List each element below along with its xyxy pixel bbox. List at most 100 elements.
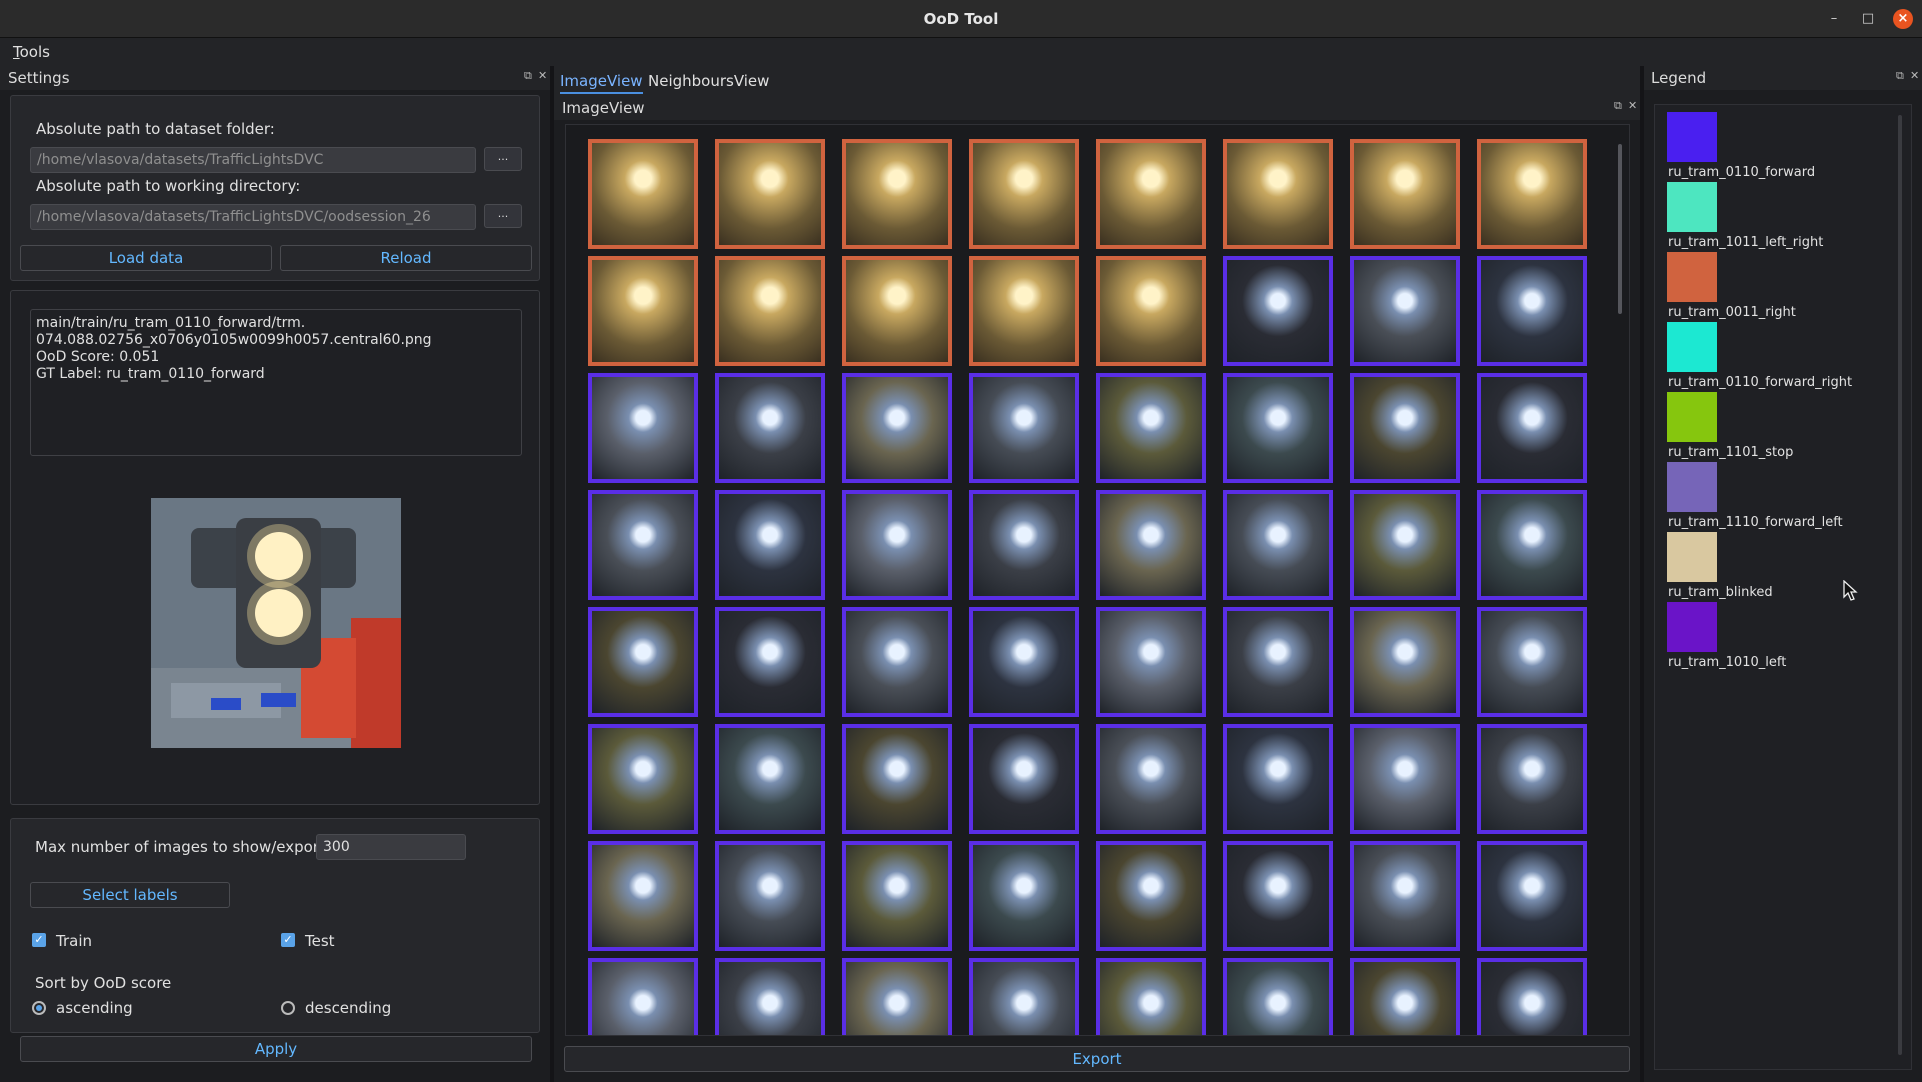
image-thumbnail[interactable] xyxy=(1350,139,1460,249)
descending-radio[interactable] xyxy=(281,1001,295,1015)
image-thumbnail[interactable] xyxy=(715,724,825,834)
image-thumbnail[interactable] xyxy=(715,256,825,366)
image-thumbnail[interactable] xyxy=(1477,958,1587,1035)
image-thumbnail[interactable] xyxy=(1223,490,1333,600)
image-thumbnail[interactable] xyxy=(1223,373,1333,483)
image-thumbnail[interactable] xyxy=(1223,724,1333,834)
image-thumbnail[interactable] xyxy=(1223,607,1333,717)
image-thumbnail[interactable] xyxy=(1096,724,1206,834)
image-thumbnail[interactable] xyxy=(1096,256,1206,366)
image-thumbnail[interactable] xyxy=(588,256,698,366)
legend-label: ru_tram_0110_forward xyxy=(1668,165,1816,180)
image-thumbnail[interactable] xyxy=(969,841,1079,951)
maximize-icon[interactable]: □ xyxy=(1858,9,1878,29)
grid-scrollbar-thumb[interactable] xyxy=(1618,144,1622,314)
max-images-input[interactable]: 300 xyxy=(316,834,466,860)
train-checkbox[interactable]: ✓ xyxy=(32,933,46,947)
image-thumbnail[interactable] xyxy=(969,724,1079,834)
image-thumbnail[interactable] xyxy=(1350,958,1460,1035)
image-thumbnail[interactable] xyxy=(1477,607,1587,717)
tab-neighboursview[interactable]: NeighboursView xyxy=(648,72,769,90)
image-thumbnail[interactable] xyxy=(842,490,952,600)
image-thumbnail[interactable] xyxy=(842,373,952,483)
image-thumbnail[interactable] xyxy=(842,607,952,717)
image-thumbnail[interactable] xyxy=(1350,841,1460,951)
train-label: Train xyxy=(56,932,92,950)
test-label: Test xyxy=(305,932,335,950)
image-thumbnail[interactable] xyxy=(1477,841,1587,951)
dataset-browse-button[interactable]: ... xyxy=(484,147,522,171)
export-button[interactable]: Export xyxy=(564,1046,1630,1072)
apply-button[interactable]: Apply xyxy=(20,1036,532,1062)
legend-scrollbar[interactable] xyxy=(1898,115,1902,1055)
image-thumbnail[interactable] xyxy=(588,139,698,249)
image-thumbnail[interactable] xyxy=(1477,139,1587,249)
image-thumbnail[interactable] xyxy=(1477,490,1587,600)
dock-close-icon[interactable]: ✕ xyxy=(1628,99,1637,112)
image-thumbnail[interactable] xyxy=(842,724,952,834)
reload-button[interactable]: Reload xyxy=(280,245,532,271)
image-thumbnail[interactable] xyxy=(588,724,698,834)
image-thumbnail[interactable] xyxy=(969,607,1079,717)
ascending-radio[interactable] xyxy=(32,1001,46,1015)
image-thumbnail[interactable] xyxy=(588,958,698,1035)
image-thumbnail[interactable] xyxy=(715,841,825,951)
image-thumbnail[interactable] xyxy=(588,607,698,717)
image-thumbnail[interactable] xyxy=(715,139,825,249)
image-thumbnail[interactable] xyxy=(1096,490,1206,600)
image-thumbnail[interactable] xyxy=(588,490,698,600)
grid-scrollbar[interactable] xyxy=(1614,132,1626,1032)
image-thumbnail[interactable] xyxy=(842,256,952,366)
image-thumbnail[interactable] xyxy=(1477,373,1587,483)
image-thumbnail[interactable] xyxy=(1096,373,1206,483)
image-thumbnail[interactable] xyxy=(1350,607,1460,717)
menu-tools[interactable]: Tools xyxy=(13,43,50,61)
image-thumbnail[interactable] xyxy=(1096,958,1206,1035)
select-labels-button[interactable]: Select labels xyxy=(30,882,230,908)
image-thumbnail[interactable] xyxy=(1223,841,1333,951)
image-thumbnail[interactable] xyxy=(1096,607,1206,717)
image-thumbnail[interactable] xyxy=(1223,256,1333,366)
left-splitter[interactable] xyxy=(550,66,554,1082)
right-splitter[interactable] xyxy=(1640,66,1644,1082)
image-thumbnail[interactable] xyxy=(842,139,952,249)
image-thumbnail[interactable] xyxy=(969,373,1079,483)
legend-swatch xyxy=(1667,112,1717,162)
image-thumbnail[interactable] xyxy=(1096,139,1206,249)
image-thumbnail[interactable] xyxy=(588,841,698,951)
image-thumbnail[interactable] xyxy=(969,139,1079,249)
legend-label: ru_tram_1010_left xyxy=(1668,655,1787,670)
load-data-button[interactable]: Load data xyxy=(20,245,272,271)
image-thumbnail[interactable] xyxy=(715,958,825,1035)
test-checkbox[interactable]: ✓ xyxy=(281,933,295,947)
close-icon[interactable]: × xyxy=(1893,9,1913,29)
image-thumbnail[interactable] xyxy=(1350,256,1460,366)
image-thumbnail[interactable] xyxy=(842,958,952,1035)
image-thumbnail[interactable] xyxy=(588,373,698,483)
image-thumbnail[interactable] xyxy=(715,607,825,717)
minimize-icon[interactable]: – xyxy=(1824,9,1844,29)
float-icon[interactable]: ⧉ xyxy=(1896,69,1904,83)
dataset-path-input[interactable]: /home/vlasova/datasets/TrafficLightsDVC xyxy=(30,147,476,173)
dock-close-icon[interactable]: ✕ xyxy=(1910,69,1919,82)
dock-close-icon[interactable]: ✕ xyxy=(538,69,547,82)
float-icon[interactable]: ⧉ xyxy=(1614,99,1622,113)
image-thumbnail[interactable] xyxy=(1223,958,1333,1035)
image-thumbnail[interactable] xyxy=(1477,256,1587,366)
image-thumbnail[interactable] xyxy=(969,958,1079,1035)
tab-imageview[interactable]: ImageView xyxy=(560,72,643,94)
image-thumbnail[interactable] xyxy=(1350,724,1460,834)
image-thumbnail[interactable] xyxy=(969,490,1079,600)
image-thumbnail[interactable] xyxy=(1350,373,1460,483)
image-thumbnail[interactable] xyxy=(715,373,825,483)
image-thumbnail[interactable] xyxy=(1223,139,1333,249)
image-thumbnail[interactable] xyxy=(969,256,1079,366)
workdir-path-input[interactable]: /home/vlasova/datasets/TrafficLightsDVC/… xyxy=(30,204,476,230)
image-thumbnail[interactable] xyxy=(1096,841,1206,951)
image-thumbnail[interactable] xyxy=(1350,490,1460,600)
image-thumbnail[interactable] xyxy=(715,490,825,600)
image-thumbnail[interactable] xyxy=(1477,724,1587,834)
workdir-browse-button[interactable]: ... xyxy=(484,204,522,228)
image-thumbnail[interactable] xyxy=(842,841,952,951)
float-icon[interactable]: ⧉ xyxy=(524,69,532,83)
